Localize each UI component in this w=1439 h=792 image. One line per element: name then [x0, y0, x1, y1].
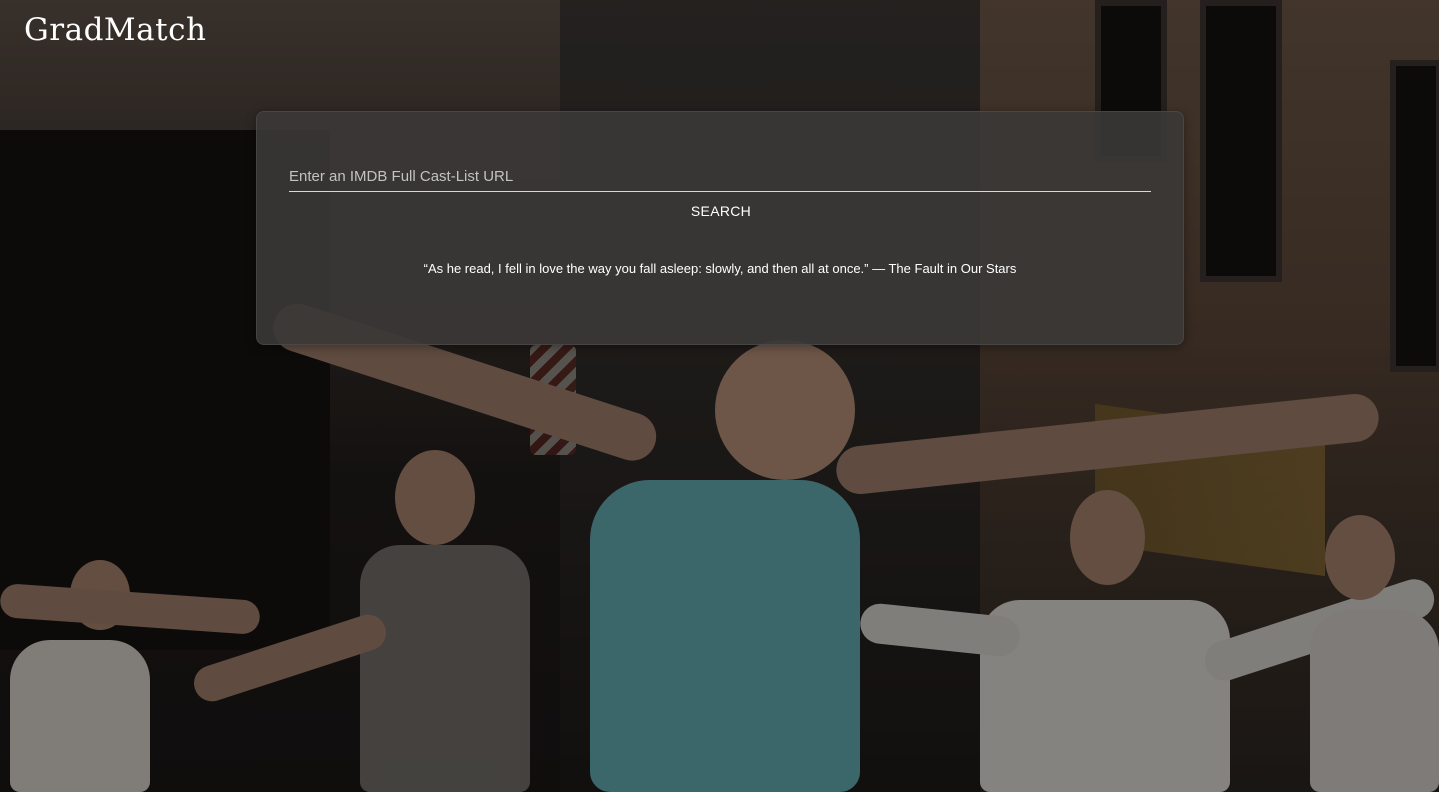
search-button[interactable]: SEARCH — [673, 200, 769, 222]
quote-text: “As he read, I fell in love the way you … — [423, 261, 1017, 276]
search-card: SEARCH “As he read, I fell in love the w… — [256, 111, 1184, 345]
app-logo[interactable]: GradMatch — [24, 12, 206, 48]
imdb-url-input[interactable] — [289, 162, 1151, 192]
